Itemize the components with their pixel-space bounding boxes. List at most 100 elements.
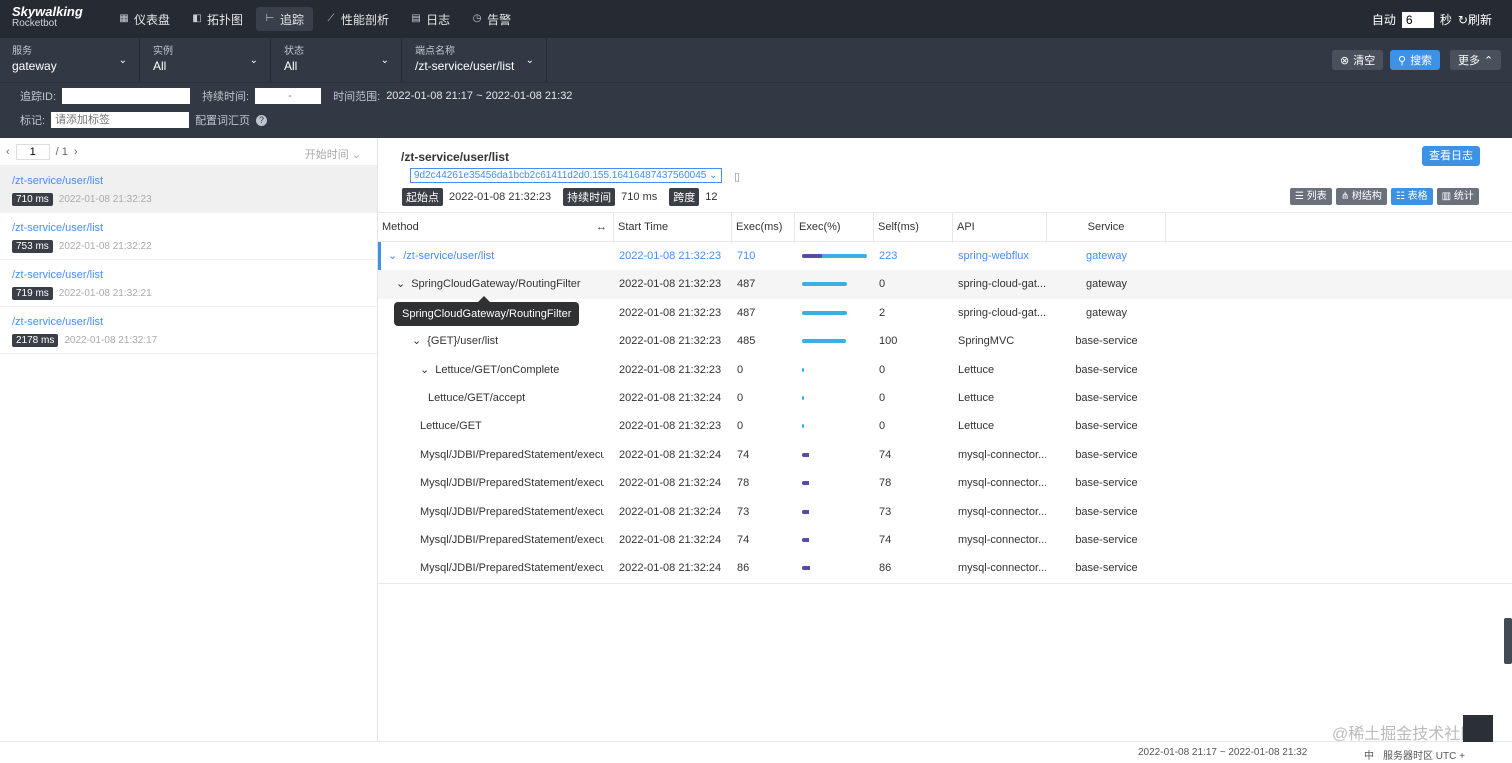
span-start-time: 2022-01-08 21:32:23	[619, 363, 722, 376]
tree-view-button[interactable]: ⋔ 树结构	[1335, 188, 1387, 205]
span-exec-ms: 0	[737, 391, 744, 404]
refresh-button[interactable]: ↻刷新	[1458, 11, 1492, 28]
span-method-label: /zt-service/user/list	[403, 250, 495, 262]
trace-list-item[interactable]: /zt-service/user/list 753 ms 2022-01-08 …	[0, 213, 377, 260]
trace-detail-title: /zt-service/user/list	[401, 150, 510, 164]
span-row[interactable]: Mysql/JDBI/PreparedStatement/execute 202…	[378, 498, 1512, 526]
span-start-time: 2022-01-08 21:32:24	[619, 562, 722, 575]
span-api: spring-cloud-gat...	[958, 278, 1046, 291]
nav-item-log[interactable]: ▤ 日志	[402, 7, 459, 31]
nav-item-dashboard[interactable]: ▦ 仪表盘	[110, 7, 179, 31]
trace-list-item[interactable]: /zt-service/user/list 719 ms 2022-01-08 …	[0, 260, 377, 307]
auto-refresh-interval-input[interactable]	[1401, 11, 1434, 28]
view-log-button[interactable]: 查看日志	[1422, 146, 1480, 166]
prev-page-icon[interactable]: ‹	[6, 146, 10, 158]
span-row[interactable]: ⌄ {GET}/user/list 2022-01-08 21:32:23 485…	[378, 327, 1512, 355]
chevron-down-icon: ⌄	[351, 149, 361, 161]
page-input[interactable]	[15, 143, 50, 160]
trace-list-item[interactable]: /zt-service/user/list 710 ms 2022-01-08 …	[0, 166, 377, 213]
search-button[interactable]: ⚲ 搜索	[1390, 50, 1441, 70]
col-method[interactable]: Method ↔	[378, 213, 614, 243]
time-range-value[interactable]: 2022-01-08 21:17 ~ 2022-01-08 21:32	[386, 90, 572, 102]
tag-input[interactable]	[51, 112, 190, 128]
span-self-ms: 223	[879, 250, 898, 262]
chevron-down-icon[interactable]: ⌄	[396, 278, 405, 290]
span-self-ms: 73	[879, 505, 892, 518]
exec-bar	[802, 367, 804, 372]
span-row[interactable]: Lettuce/GET/accept 2022-01-08 21:32:24 0…	[378, 384, 1512, 412]
span-method-label: SpringCloudGateway/RoutingFilter	[411, 278, 581, 291]
chevron-down-icon[interactable]: ⌄	[412, 335, 421, 347]
span-method: Mysql/JDBI/PreparedStatement/execute	[420, 441, 604, 469]
col-self-ms: Self(ms)	[874, 213, 953, 243]
trace-id-input[interactable]	[62, 88, 191, 104]
chevron-down-icon[interactable]: ⌄	[420, 364, 429, 376]
help-icon[interactable]: ?	[256, 114, 268, 126]
nav-item-alarm[interactable]: ◷ 告警	[463, 7, 520, 31]
chevron-down-icon[interactable]: ⌄	[388, 250, 397, 262]
table-view-button[interactable]: ☷ 表格	[1390, 188, 1433, 205]
span-api: mysql-connector...	[958, 448, 1046, 461]
span-row[interactable]: Mysql/JDBI/PreparedStatement/execute 202…	[378, 469, 1512, 497]
span-start-time: 2022-01-08 21:32:24	[619, 448, 722, 461]
span-tag: 跨度	[669, 188, 700, 206]
span-row[interactable]: Lettuce/GET 2022-01-08 21:32:23 0 0 Lett…	[378, 412, 1512, 440]
app-logo[interactable]: Skywalking Rocketbot	[12, 5, 83, 30]
nav-item-label: 追踪	[280, 12, 305, 27]
next-page-icon[interactable]: ›	[74, 146, 78, 158]
endpoint-select[interactable]: 端点名称 /zt-service/user/list ⌄	[403, 38, 547, 82]
list-view-button[interactable]: ☰ 列表	[1290, 188, 1332, 205]
view-switch: ☰ 列表 ⋔ 树结构 ☷ 表格 ▥ 统计	[1290, 188, 1479, 205]
nav-item-profile[interactable]: ⟋ 性能剖析	[317, 7, 398, 31]
span-start-time: 2022-01-08 21:32:23	[619, 306, 722, 319]
copy-icon[interactable]: ▯	[734, 170, 740, 183]
clear-button[interactable]: ⊗ 清空	[1332, 50, 1384, 70]
trace-icon: ⊢	[265, 13, 275, 24]
language-switch[interactable]: 中	[1364, 747, 1374, 762]
trace-start-time: 2022-01-08 21:32:21	[58, 288, 152, 299]
footer-time-range[interactable]: 2022-01-08 21:17 ~ 2022-01-08 21:32	[1138, 747, 1307, 758]
span-row[interactable]: Mysql/JDBI/PreparedStatement/execute 202…	[378, 554, 1512, 582]
duration-label: 持续时间:	[202, 91, 250, 103]
side-scroll-handle[interactable]	[1504, 618, 1512, 664]
col-method-label: Method	[382, 221, 419, 233]
top-nav-bar: Skywalking Rocketbot ▦ 仪表盘 ◧ 拓扑图 ⊢ 追踪 ⟋ 性能剖析 ▤ 日志…	[0, 0, 1512, 38]
trace-duration-badge: 719 ms	[12, 287, 53, 300]
span-row[interactable]: Mysql/JDBI/PreparedStatement/execute 202…	[378, 441, 1512, 469]
instance-select[interactable]: 实例 All ⌄	[141, 38, 271, 82]
span-start-time: 2022-01-08 21:32:23	[619, 278, 722, 291]
watermark: @稀土掘金技术社区	[1332, 726, 1477, 743]
span-exec-ms: 73	[737, 505, 750, 518]
span-self-ms: 2	[879, 306, 886, 319]
span-service: base-service	[1075, 477, 1138, 490]
trace-endpoint: /zt-service/user/list	[12, 175, 104, 187]
more-button[interactable]: 更多 ⌃	[1450, 50, 1502, 70]
trace-id-label: 追踪ID:	[20, 91, 57, 103]
service-select[interactable]: 服务 gateway ⌄	[0, 38, 140, 82]
tag-label: 标记:	[20, 115, 46, 127]
resize-icon[interactable]: ↔	[596, 213, 607, 241]
status-select[interactable]: 状态 All ⌄	[272, 38, 402, 82]
sort-select[interactable]: 开始时间 ⌄	[305, 146, 361, 162]
span-start-time: 2022-01-08 21:32:24	[619, 533, 722, 546]
span-row[interactable]: ⌄ /zt-service/user/list 2022-01-08 21:32:…	[378, 242, 1512, 271]
stats-view-button[interactable]: ▥ 统计	[1436, 188, 1479, 205]
corner-panel-button[interactable]	[1463, 715, 1493, 742]
span-row[interactable]: ⌄ Lettuce/GET/onComplete 2022-01-08 21:32…	[378, 356, 1512, 384]
nav-item-topology[interactable]: ◧ 拓扑图	[183, 7, 252, 31]
self-bar	[802, 254, 823, 258]
span-row[interactable]: ⌄ SpringCloudGateway/RoutingFilter 2022-0…	[378, 270, 1512, 299]
span-row[interactable]: Mysql/JDBI/PreparedStatement/execute 202…	[378, 526, 1512, 554]
status-select-label: 状态	[284, 46, 304, 57]
server-timezone: 服务器时区 UTC +	[1383, 751, 1465, 762]
trace-id-select[interactable]: 9d2c44261e35456da1bcb2c61411d2d0.155.164…	[410, 168, 722, 183]
list-view-label: 列表	[1306, 191, 1327, 202]
pager: ‹ / 1 › 开始时间 ⌄	[0, 138, 377, 166]
nav-item-trace[interactable]: ⊢ 追踪	[256, 7, 314, 31]
span-method: ⌄ /zt-service/user/list	[388, 242, 604, 270]
stats-icon: ▥	[1441, 191, 1452, 202]
duration-input[interactable]	[255, 88, 322, 104]
trace-list-item[interactable]: /zt-service/user/list 2178 ms 2022-01-08…	[0, 307, 377, 354]
tree-view-label: 树结构	[1351, 191, 1382, 202]
config-vocab-link[interactable]: 配置词汇页	[195, 112, 250, 128]
